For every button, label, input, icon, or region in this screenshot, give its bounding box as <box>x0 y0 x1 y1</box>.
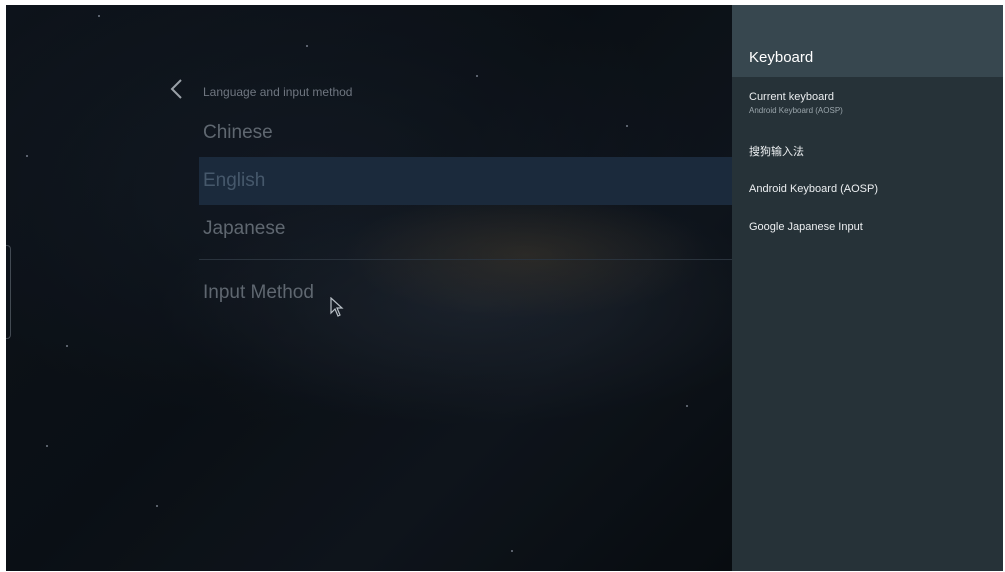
panel-header: Keyboard <box>732 5 1003 77</box>
star <box>511 550 513 552</box>
chevron-left-icon[interactable] <box>166 77 188 101</box>
language-item-chinese[interactable]: Chinese <box>199 109 732 157</box>
language-item-english[interactable]: English <box>199 157 732 205</box>
language-item-japanese[interactable]: Japanese <box>199 205 732 253</box>
panel-title: Keyboard <box>749 49 814 66</box>
tv-screen: Language and input method Chinese Englis… <box>6 5 1003 571</box>
star <box>156 505 158 507</box>
edge-handle[interactable] <box>6 245 11 339</box>
star <box>98 15 100 17</box>
star <box>476 75 478 77</box>
section-title: Language and input method <box>203 85 353 99</box>
mouse-pointer-icon <box>330 296 344 317</box>
current-keyboard-value: Android Keyboard (AOSP) <box>749 106 843 115</box>
star <box>686 405 688 407</box>
divider <box>199 259 732 260</box>
keyboard-option-sogou[interactable]: 搜狗输入法 <box>749 143 989 159</box>
current-keyboard-label: Current keyboard <box>749 91 834 103</box>
keyboard-option-android-aosp[interactable]: Android Keyboard (AOSP) <box>749 183 989 195</box>
keyboard-side-panel: Keyboard Current keyboard Android Keyboa… <box>732 5 1003 571</box>
input-method-item[interactable]: Input Method <box>199 269 732 317</box>
star <box>66 345 68 347</box>
current-keyboard-option[interactable]: Current keyboard Android Keyboard (AOSP) <box>749 91 989 115</box>
star <box>306 45 308 47</box>
star <box>46 445 48 447</box>
star <box>26 155 28 157</box>
keyboard-option-google-japanese[interactable]: Google Japanese Input <box>749 221 989 233</box>
